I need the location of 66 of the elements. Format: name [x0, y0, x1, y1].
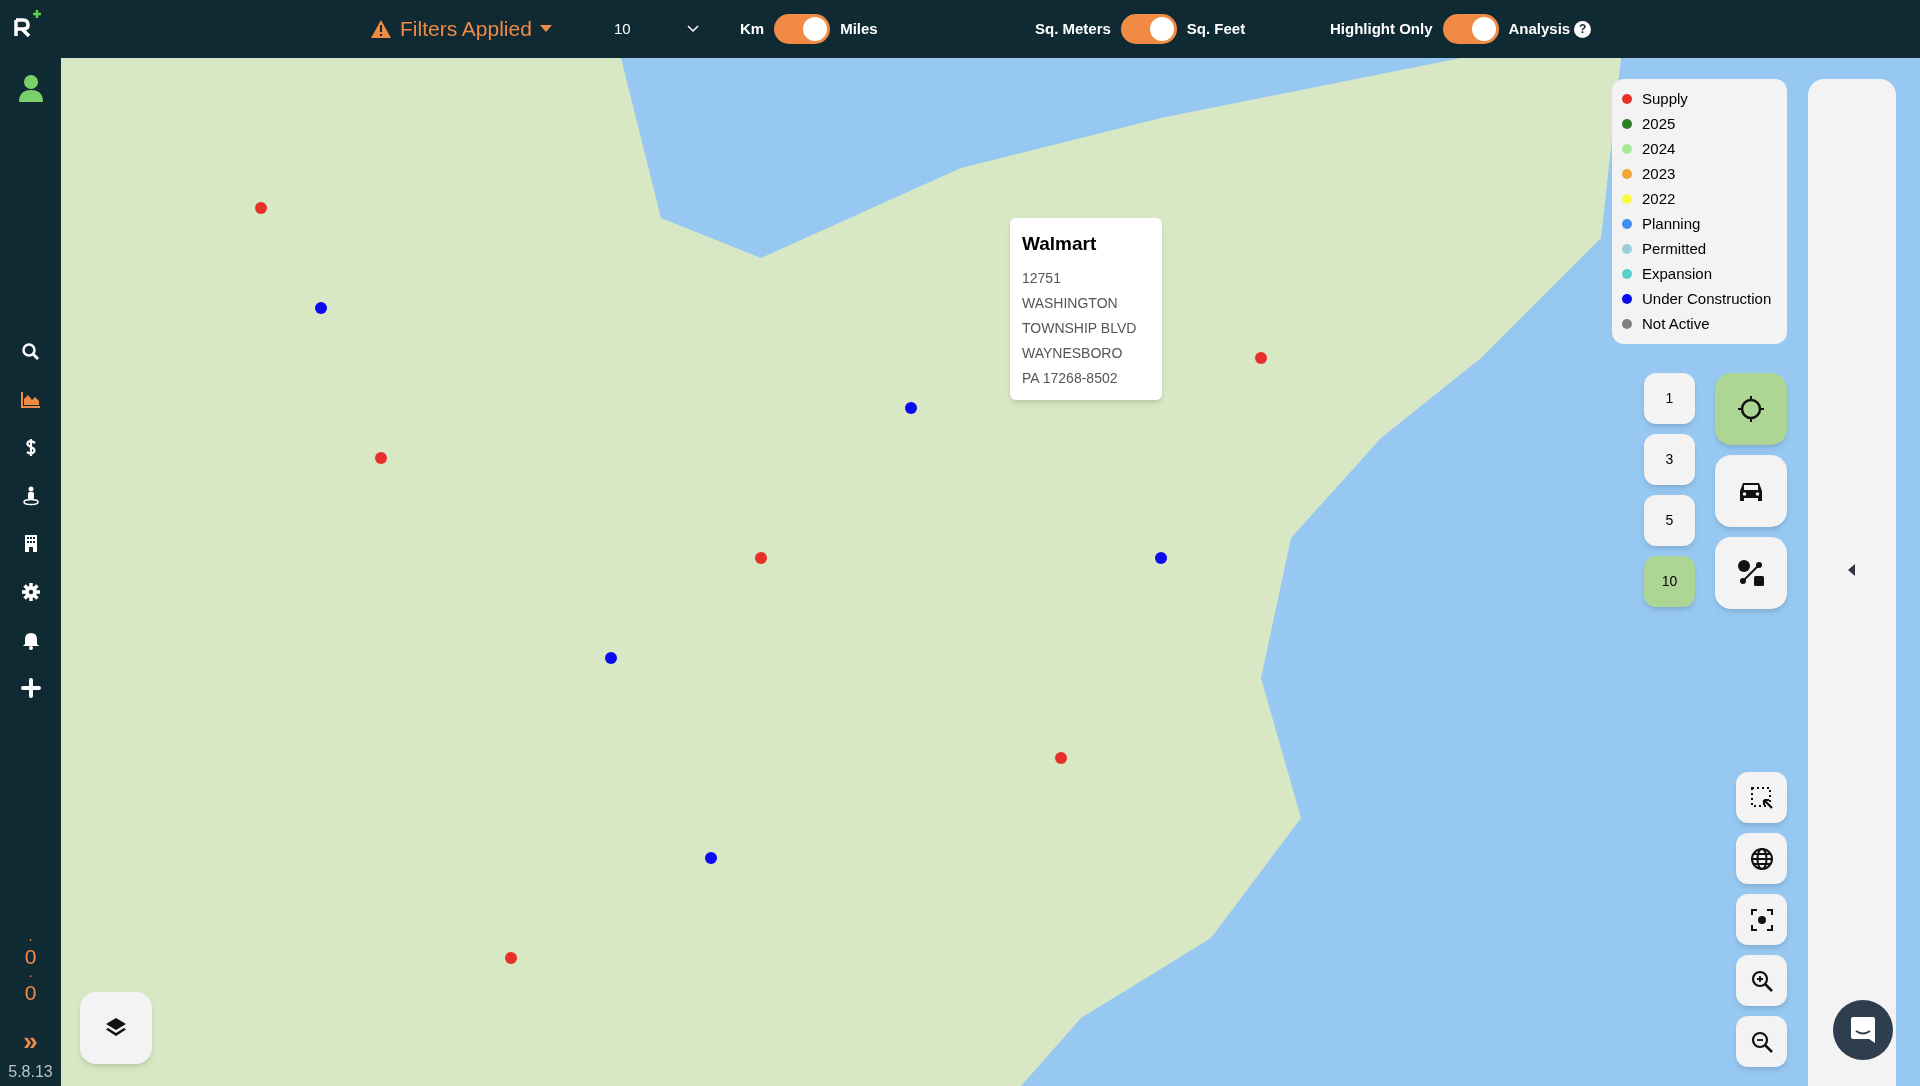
toggle-label: Sq. Meters [1035, 18, 1111, 39]
logo-icon [14, 10, 44, 38]
zoom-out-icon [1749, 1029, 1774, 1054]
radius-button[interactable]: 1 [1644, 373, 1695, 424]
toggle-label: Analysis [1508, 18, 1571, 39]
selection-icon [1749, 785, 1774, 810]
map-tool-button[interactable] [1736, 955, 1787, 1006]
map-tool-button[interactable] [1736, 1016, 1787, 1067]
zoom-in-icon [1749, 968, 1774, 993]
legend-label: 2023 [1642, 164, 1676, 184]
legend-label: Under Construction [1642, 289, 1772, 309]
plus-icon[interactable] [20, 678, 41, 698]
toggle-label: Miles [840, 18, 878, 39]
help-icon[interactable]: ? [1574, 20, 1592, 38]
chat-icon [1849, 1015, 1877, 1045]
toggle-label: Km [740, 18, 765, 39]
map-tool-button[interactable] [1736, 894, 1787, 945]
legend-label: 2022 [1642, 189, 1676, 209]
legend-label: 2024 [1642, 139, 1676, 159]
address-line: 12751 [1022, 268, 1062, 288]
focus-icon [1749, 907, 1774, 932]
collapse-arrow-icon[interactable] [1848, 564, 1856, 576]
toggle-switch[interactable] [1120, 14, 1177, 44]
filters-dropdown[interactable]: Filters Applied [370, 13, 552, 45]
expand-button[interactable]: » [23, 1028, 38, 1054]
counter-value: 0 [24, 980, 37, 1006]
caret-icon [539, 25, 552, 33]
address-line: WAYNESBORO [1022, 343, 1124, 363]
search-icon[interactable] [20, 342, 41, 362]
dot-mark: · [28, 934, 33, 944]
address-line: TOWNSHIP BLVD [1022, 318, 1138, 338]
legend-label: Expansion [1642, 264, 1713, 284]
map-mode-button[interactable] [1715, 373, 1787, 445]
legend-label: Not Active [1642, 314, 1710, 334]
toggle-label: Highlight Only [1330, 18, 1433, 39]
route-icon [1737, 559, 1765, 587]
version-label: 5.8.13 [8, 1062, 53, 1082]
map-mode-button[interactable] [1715, 455, 1787, 527]
legend-label: 2025 [1642, 114, 1676, 134]
crosshair-icon [1737, 395, 1765, 423]
map-mode-button[interactable] [1715, 537, 1787, 609]
popup-title: Walmart [1022, 232, 1098, 256]
address-line: WASHINGTON [1022, 293, 1119, 313]
counter-value: 0 [24, 944, 37, 970]
radius-button[interactable]: 10 [1644, 556, 1695, 607]
person-pin-icon[interactable] [20, 486, 41, 506]
legend-label: Supply [1642, 89, 1688, 109]
warning-icon [370, 19, 392, 39]
radius-button[interactable]: 5 [1644, 495, 1695, 546]
layers-button[interactable] [80, 992, 152, 1064]
map-tool-button[interactable] [1736, 833, 1787, 884]
globe-icon [1749, 846, 1774, 871]
settings-icon[interactable] [20, 582, 41, 602]
address-line: PA 17268-8502 [1022, 368, 1119, 388]
map-tool-button[interactable] [1736, 772, 1787, 823]
radius-button[interactable]: 3 [1644, 434, 1695, 485]
chevron-down-icon [687, 25, 699, 33]
legend-label: Permitted [1642, 239, 1707, 259]
legend-label: Planning [1642, 214, 1701, 234]
toggle-switch[interactable] [774, 14, 831, 44]
area-chart-icon[interactable] [20, 390, 41, 410]
toggle-label: Sq. Feet [1186, 18, 1246, 39]
toggle-switch[interactable] [1442, 14, 1499, 44]
user-avatar-icon[interactable] [18, 74, 43, 102]
radius-select[interactable]: 10 [614, 17, 699, 41]
dot-mark: · [28, 970, 33, 980]
